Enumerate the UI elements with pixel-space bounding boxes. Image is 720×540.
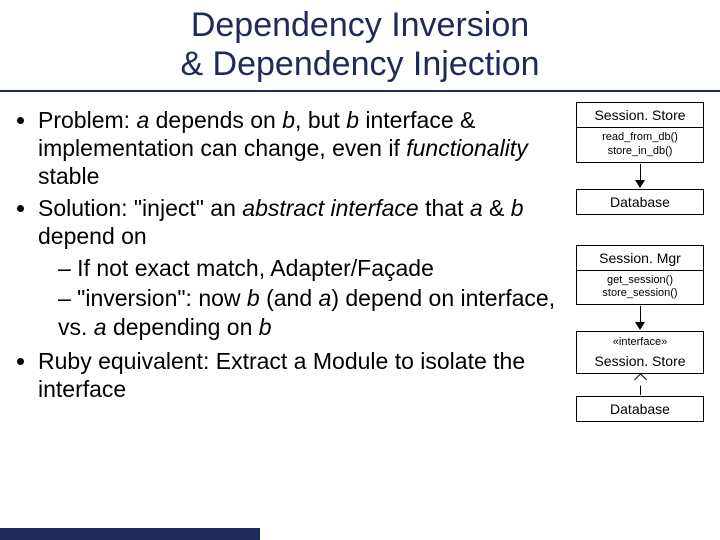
box5-header: Database <box>577 397 703 421</box>
bullet-solution: Solution: "inject" an abstract interface… <box>38 194 562 250</box>
b1-a: a <box>136 107 149 133</box>
title-line1: Dependency Inversion <box>191 6 529 44</box>
title-rule <box>0 90 720 92</box>
box4-header: Session. Store <box>577 353 703 373</box>
b2-b: b <box>511 195 524 221</box>
sub-inversion: – "inversion": now b (and a) depend on i… <box>58 284 562 340</box>
box-database-2: Database <box>576 396 704 422</box>
box3-m1: get_session() <box>579 274 701 288</box>
s2-mid3: depending on <box>107 314 259 340</box>
b2-mid: that <box>419 195 470 221</box>
title-line2: & Dependency Injection <box>180 45 539 83</box>
box-interface-session-store: «interface» Session. Store <box>576 331 704 374</box>
box4-stereo: «interface» <box>577 332 703 353</box>
b1-mid1: depends on <box>149 107 282 133</box>
b2-amp: & <box>483 195 511 221</box>
bullet-ruby: Ruby equivalent: Extract a Module to iso… <box>38 347 562 403</box>
b1-mid2: , but <box>295 107 346 133</box>
s2-a: a <box>319 285 332 311</box>
box-session-mgr: Session. Mgr get_session() store_session… <box>576 245 704 306</box>
content-area: Problem: a depends on b, but b interface… <box>0 102 720 422</box>
text-column: Problem: a depends on b, but b interface… <box>14 102 568 422</box>
arrow-generalization-icon <box>636 375 645 395</box>
s2-pre: – "inversion": now <box>58 285 247 311</box>
b2-end: depend on <box>38 223 147 249</box>
box3-header: Session. Mgr <box>577 246 703 270</box>
box1-m1: read_from_db() <box>579 131 701 145</box>
box-session-store: Session. Store read_from_db() store_in_d… <box>576 102 704 163</box>
b1-end: stable <box>38 163 99 189</box>
box3-methods: get_session() store_session() <box>577 270 703 305</box>
box2-header: Database <box>577 190 703 214</box>
footer-accent-bar <box>0 528 260 540</box>
b1-b2: b <box>346 107 359 133</box>
b1-func: functionality <box>406 135 527 161</box>
box-database-1: Database <box>576 189 704 215</box>
s2-b: b <box>247 285 260 311</box>
s2-a2: a <box>94 314 107 340</box>
bullet-problem: Problem: a depends on b, but b interface… <box>38 106 562 190</box>
box1-m2: store_in_db() <box>579 145 701 159</box>
arrow-down-icon-2 <box>635 306 645 330</box>
arrow-down-icon <box>635 164 645 188</box>
s2-b2: b <box>259 314 272 340</box>
sub-adapter: – If not exact match, Adapter/Façade <box>58 254 562 282</box>
slide-title: Dependency Inversion & Dependency Inject… <box>0 0 720 90</box>
box3-m2: store_session() <box>579 287 701 301</box>
b1-b1: b <box>282 107 295 133</box>
box1-methods: read_from_db() store_in_db() <box>577 127 703 162</box>
diagram-column: Session. Store read_from_db() store_in_d… <box>568 102 712 422</box>
b2-a: a <box>470 195 483 221</box>
box1-header: Session. Store <box>577 103 703 127</box>
b2-pre: Solution: "inject" an <box>38 195 242 221</box>
sub-bullets: – If not exact match, Adapter/Façade – "… <box>14 254 562 340</box>
s2-mid1: (and <box>260 285 319 311</box>
b1-pre: Problem: <box>38 107 136 133</box>
b2-abs: abstract interface <box>242 195 418 221</box>
